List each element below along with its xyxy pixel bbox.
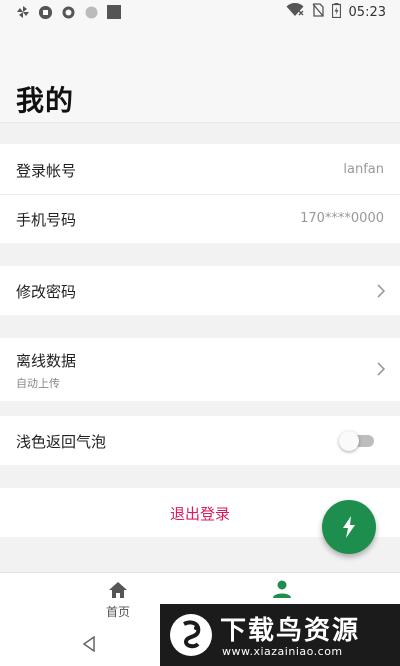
change-password-row[interactable]: 修改密码 [0,266,400,315]
offline-data-sublabel: 自动上传 [16,377,60,390]
phone-number-label: 手机号码 [16,211,77,229]
chevron-right-icon [377,362,386,376]
light-bubble-row: 浅色返回气泡 [0,416,400,465]
back-triangle-icon[interactable] [82,636,96,652]
battery-charging-icon [331,2,341,22]
phone-number-value: 170****0000 [300,211,384,226]
login-account-value: lanfan [343,162,384,177]
light-bubble-toggle[interactable] [339,431,374,451]
status-bar: 05:23 [0,0,400,24]
notification-badge-icon [39,5,52,19]
offline-data-row[interactable]: 离线数据 自动上传 [0,338,400,401]
watermark-url: www.xiazainiao.com [222,645,343,658]
lightning-icon [343,516,355,538]
offline-data-label: 离线数据 [16,352,77,370]
light-bubble-label: 浅色返回气泡 [16,433,107,451]
sim-off-icon [312,3,324,21]
phone-number-row: 手机号码 170****0000 [0,194,400,243]
login-account-label: 登录帐号 [16,162,77,180]
pinwheel-icon [16,5,30,19]
change-password-label: 修改密码 [16,283,77,301]
flash-fab-button[interactable] [322,500,376,554]
square-icon [107,5,121,19]
watermark-logo [170,614,212,656]
watermark-title: 下载鸟资源 [220,616,361,646]
toggle-knob [339,431,359,451]
chevron-right-icon [377,284,386,298]
login-account-row: 登录帐号 lanfan [0,144,400,194]
page-header: 我的 [0,24,400,123]
home-icon [109,582,127,598]
status-time: 05:23 [348,4,386,20]
circle-icon [84,5,98,19]
wifi-icon [286,2,304,21]
person-icon [273,580,291,598]
account-card: 登录帐号 lanfan 手机号码 170****0000 [0,144,400,243]
page-title: 我的 [16,84,75,117]
chat-bubble-icon [61,5,75,19]
watermark-banner: 下载鸟资源 www.xiazainiao.com [160,604,400,666]
